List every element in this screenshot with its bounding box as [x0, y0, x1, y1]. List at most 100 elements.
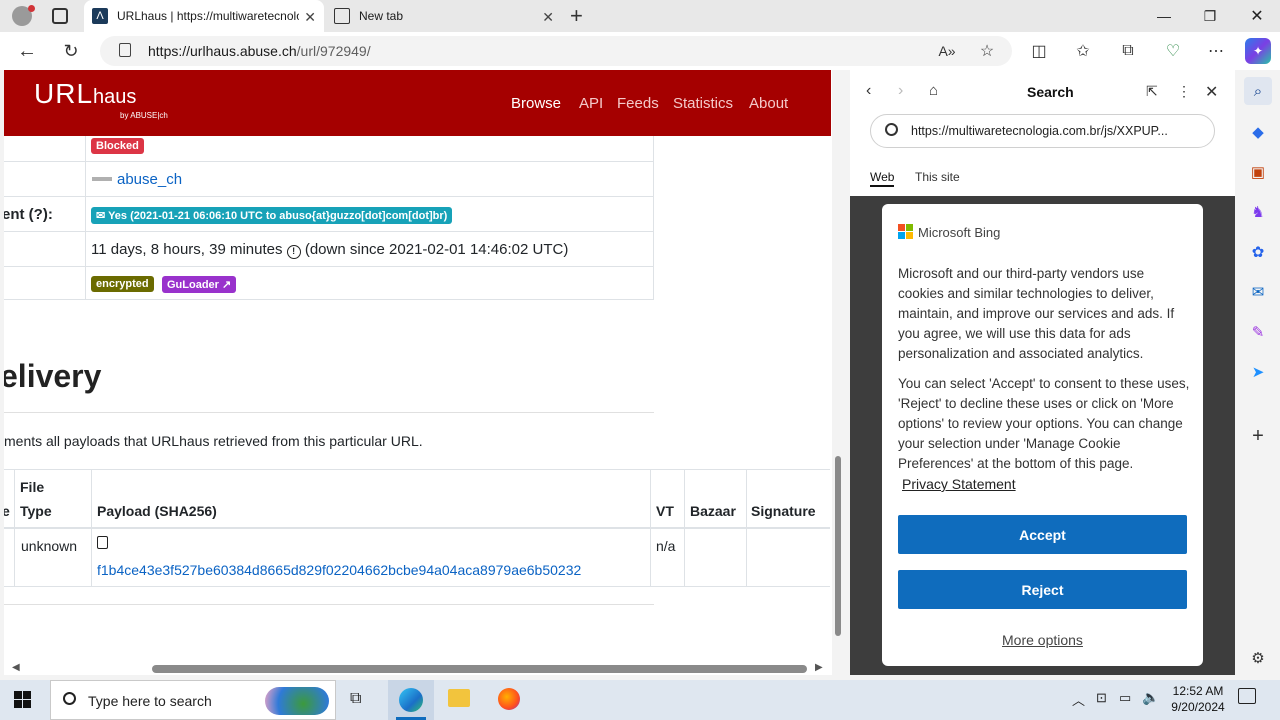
nav-api[interactable]: API	[579, 95, 603, 112]
sidebar-add-icon[interactable]: +	[1244, 422, 1272, 450]
nav-feeds[interactable]: Feeds	[617, 95, 659, 112]
side-back-icon[interactable]: ‹	[866, 82, 871, 100]
logo-by: by ABUSE|ch	[120, 111, 168, 120]
tag-guloader[interactable]: GuLoader ↗	[162, 276, 237, 293]
th-bazaar: Bazaar	[690, 503, 736, 519]
nav-browse[interactable]: Browse	[511, 95, 561, 112]
browser-essentials-icon[interactable]: ♡	[1160, 38, 1186, 64]
urlhaus-page: URLhaus by ABUSE|ch Browse API Feeds Sta…	[4, 70, 832, 675]
side-tab-this-site[interactable]: This site	[915, 170, 960, 184]
sidebar-send-icon[interactable]: ➤	[1244, 358, 1272, 386]
sidebar-games-icon[interactable]: ♞	[1244, 198, 1272, 226]
taskbar-edge-active[interactable]	[388, 680, 434, 720]
logo-url: URL	[34, 78, 94, 109]
sidebar-settings-icon[interactable]: ⚙	[1244, 644, 1272, 672]
tab-new-tab[interactable]: New tab ✕	[326, 0, 562, 32]
sidebar-microsoft365-icon[interactable]: ✿	[1244, 238, 1272, 266]
search-icon	[885, 123, 898, 136]
sidebar-outlook-icon[interactable]: ✉	[1244, 278, 1272, 306]
read-aloud-icon[interactable]: A»	[934, 38, 960, 64]
th-signature: Signature	[751, 503, 816, 519]
side-close-icon[interactable]: ✕	[1205, 82, 1218, 102]
firefox-icon[interactable]	[498, 688, 520, 710]
favorite-star-icon[interactable]: ☆	[974, 38, 1000, 64]
task-view-icon[interactable]: ⧉	[350, 690, 361, 708]
logo-haus: haus	[93, 86, 137, 108]
clock-time: 12:52 AM	[1172, 684, 1224, 698]
tray-clock[interactable]: 12:52 AM 9/20/2024	[1170, 684, 1226, 714]
minimize-icon[interactable]: —	[1141, 0, 1187, 32]
favorites-icon[interactable]: ✩	[1070, 38, 1096, 64]
tab-title: URLhaus | https://multiwaretecnologia.co…	[117, 9, 299, 23]
side-tab-web[interactable]: Web	[870, 170, 894, 184]
url-text[interactable]: https://urlhaus.abuse.ch/url/972949/	[148, 43, 371, 59]
more-menu-icon[interactable]: ⋯	[1203, 38, 1229, 64]
payload-sha256-link[interactable]: f1b4ce43e3f527be60384d8665d829f02204662b…	[97, 562, 581, 578]
tag-encrypted[interactable]: encrypted	[91, 276, 154, 292]
info-circle-icon[interactable]: !	[286, 245, 301, 259]
col-divider	[746, 469, 747, 587]
sidebar-search-icon[interactable]: ⌕	[1244, 77, 1272, 105]
edge-icon	[399, 688, 423, 712]
back-icon[interactable]: ←	[14, 38, 40, 64]
restore-icon[interactable]: ❐	[1187, 0, 1233, 32]
section-heading: elivery	[4, 358, 102, 394]
more-options-link[interactable]: More options	[1002, 632, 1083, 648]
scroll-left-arrow-icon[interactable]: ◀	[12, 662, 20, 673]
close-tab-icon[interactable]: ✕	[542, 9, 554, 26]
side-home-icon[interactable]: ⌂	[929, 82, 938, 99]
col-divider	[14, 469, 15, 587]
tab-urlhaus[interactable]: Λ URLhaus | https://multiwaretecnologia.…	[84, 0, 324, 32]
sidebar-designer-icon[interactable]: ✎	[1244, 318, 1272, 346]
privacy-statement-link[interactable]: Privacy Statement	[902, 476, 1016, 492]
taskbar-search-box[interactable]: Type here to search	[50, 680, 336, 720]
file-explorer-icon[interactable]	[448, 689, 470, 707]
urlhaus-logo[interactable]: URLhaus by ABUSE|ch	[34, 78, 168, 120]
profile-alert-dot	[28, 5, 35, 12]
table-header-border	[4, 527, 830, 529]
tray-network-icon[interactable]: ▭	[1119, 690, 1131, 706]
sidebar-tools-icon[interactable]: ▣	[1244, 158, 1272, 186]
side-forward-icon[interactable]: ›	[898, 82, 903, 100]
copy-icon[interactable]	[97, 536, 108, 549]
tab-title: New tab	[359, 9, 404, 23]
taskbar-search-icon	[63, 692, 76, 705]
external-link-icon: ↗	[222, 279, 232, 291]
new-tab-plus-icon[interactable]: +	[570, 3, 583, 29]
scroll-right-arrow-icon[interactable]: ▶	[815, 662, 823, 673]
nav-about[interactable]: About	[749, 95, 788, 112]
takedown-text: Yes (2021-01-21 06:06:10 UTC to abuso{at…	[108, 210, 448, 222]
takedown-label: ent (?):	[4, 206, 53, 223]
notification-center-icon[interactable]	[1238, 688, 1256, 704]
split-screen-icon[interactable]: ◫	[1026, 38, 1052, 64]
th-type: Type	[20, 503, 52, 519]
collections-icon[interactable]: ⧉	[1115, 38, 1141, 64]
sidebar-shopping-icon[interactable]: ◆	[1244, 118, 1272, 146]
nav-statistics[interactable]: Statistics	[673, 95, 733, 112]
refresh-icon[interactable]: ↻	[58, 38, 84, 64]
side-more-icon[interactable]: ⋮	[1177, 83, 1191, 100]
tray-volume-icon[interactable]: 🔈	[1142, 689, 1159, 706]
tray-device-icon[interactable]: ⊡	[1096, 690, 1107, 706]
open-new-window-icon[interactable]: ⇱	[1146, 83, 1158, 100]
cookie-para-2: You can select 'Accept' to consent to th…	[898, 376, 1190, 471]
close-window-icon[interactable]: ✕	[1234, 0, 1280, 32]
horizontal-scrollbar[interactable]	[152, 665, 807, 673]
vertical-scrollbar[interactable]	[835, 456, 841, 636]
tray-chevron-icon[interactable]: ︿	[1072, 690, 1085, 709]
windows-start-icon[interactable]	[14, 691, 32, 709]
reporter-avatar-icon	[92, 177, 112, 181]
tag-guloader-label: GuLoader	[167, 279, 219, 291]
copilot-icon[interactable]: ✦	[1245, 38, 1271, 64]
reporter-link[interactable]: abuse_ch	[117, 171, 182, 188]
tab-actions-icon[interactable]	[52, 8, 68, 24]
side-search-input[interactable]: https://multiwaretecnologia.com.br/js/XX…	[870, 114, 1215, 148]
lock-icon[interactable]	[119, 43, 131, 57]
url-host: https://urlhaus.abuse.ch	[148, 43, 297, 59]
th-file-truncated: e	[4, 503, 10, 519]
close-tab-icon[interactable]: ✕	[304, 9, 316, 26]
table-top-border	[4, 469, 830, 470]
accept-button[interactable]: Accept	[898, 515, 1187, 554]
table-row-takedown: ent (?): ✉ Yes (2021-01-21 06:06:10 UTC …	[4, 197, 654, 232]
reject-button[interactable]: Reject	[898, 570, 1187, 609]
